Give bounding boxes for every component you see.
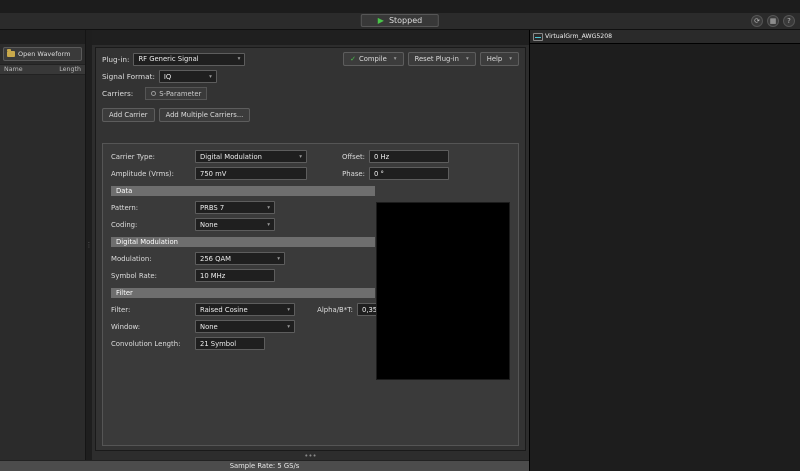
- constellation-display: [376, 202, 510, 380]
- chevron-down-icon: ▾: [287, 324, 290, 330]
- help-icon[interactable]: ?: [783, 15, 795, 27]
- s-parameter-label: S-Parameter: [159, 90, 201, 98]
- folder-icon: [7, 51, 15, 57]
- alpha-bt-label: Alpha/B*T:: [305, 306, 353, 314]
- chevron-down-icon: ▾: [287, 307, 290, 313]
- pattern-select[interactable]: PRBS 7▾: [195, 201, 275, 214]
- signal-format-label: Signal Format:: [102, 72, 155, 81]
- modulation-label: Modulation:: [111, 255, 191, 263]
- phase-input[interactable]: 0 °: [369, 167, 449, 180]
- waveform-list-header: Name Length: [0, 64, 85, 75]
- carrier-type-label: Carrier Type:: [111, 153, 191, 161]
- panel-overflow-handle[interactable]: •••: [92, 451, 529, 460]
- plugin-help-button[interactable]: Help ▾: [480, 52, 519, 66]
- chevron-down-icon: ▾: [299, 154, 302, 160]
- add-multiple-carriers-button[interactable]: Add Multiple Carriers...: [159, 108, 251, 122]
- plugin-panel: Plug-in: RF Generic Signal ▾ ✓ Compile ▾: [92, 30, 529, 460]
- symbol-rate-label: Symbol Rate:: [111, 272, 191, 280]
- open-waveform-button[interactable]: Open Waveform: [3, 47, 82, 61]
- add-carrier-button[interactable]: Add Carrier: [102, 108, 155, 122]
- instrument-icon: [533, 33, 543, 41]
- filter-select[interactable]: Raised Cosine▾: [195, 303, 295, 316]
- run-state-label: Stopped: [389, 16, 422, 25]
- signal-format-select[interactable]: IQ ▾: [159, 70, 217, 83]
- instrument-header: VirtualGrm_AWG5208: [530, 30, 800, 44]
- instrument-title: VirtualGrm_AWG5208: [545, 33, 612, 40]
- app-window: ▶ Stopped ⟳ ▦ ? Open Waveform Name Leng: [0, 0, 800, 471]
- offset-input[interactable]: 0 Hz: [369, 150, 449, 163]
- refresh-icon[interactable]: ⟳: [751, 15, 763, 27]
- column-length: Length: [59, 66, 81, 73]
- plugin-value: RF Generic Signal: [138, 55, 198, 63]
- column-name: Name: [4, 66, 23, 73]
- filter-label: Filter:: [111, 306, 191, 314]
- chevron-down-icon: ▾: [277, 256, 280, 262]
- symbol-rate-input[interactable]: 10 MHz: [195, 269, 275, 282]
- convolution-length-label: Convolution Length:: [111, 340, 191, 348]
- ellipsis-icon: •••: [304, 452, 316, 460]
- status-bar: Sample Rate: 5 GS/s: [0, 460, 529, 471]
- open-waveform-label: Open Waveform: [18, 50, 70, 58]
- check-icon: ✓: [350, 55, 356, 63]
- modulation-select[interactable]: 256 QAM▾: [195, 252, 285, 265]
- sample-rate-status: Sample Rate: 5 GS/s: [230, 462, 300, 470]
- chevron-down-icon: ▾: [238, 56, 241, 62]
- chevron-down-icon: ▾: [209, 74, 212, 80]
- reset-plugin-button[interactable]: Reset Plug-in ▾: [408, 52, 476, 66]
- chevron-down-icon: ▾: [267, 205, 270, 211]
- convolution-length-input[interactable]: 21 Symbol: [195, 337, 265, 350]
- add-multiple-label: Add Multiple Carriers...: [166, 111, 244, 119]
- reset-plugin-label: Reset Plug-in: [415, 55, 459, 63]
- coding-select[interactable]: None▾: [195, 218, 275, 231]
- toggle-dot-icon: [151, 91, 156, 96]
- signal-format-value: IQ: [164, 73, 171, 81]
- pattern-label: Pattern:: [111, 204, 191, 212]
- window-label: Window:: [111, 323, 191, 331]
- plugin-label: Plug-in:: [102, 55, 129, 64]
- menu-bar: [0, 0, 800, 13]
- plugin-select[interactable]: RF Generic Signal ▾: [133, 53, 245, 66]
- carrier-setup-form: Carrier Type: Digital Modulation▾ Offset…: [102, 143, 519, 446]
- filter-section-header: Filter: [111, 288, 375, 298]
- play-icon: ▶: [378, 17, 384, 25]
- window-select[interactable]: None▾: [195, 320, 295, 333]
- amplitude-input[interactable]: 750 mV: [195, 167, 307, 180]
- run-stop-button[interactable]: ▶ Stopped: [361, 14, 439, 27]
- layout-icon[interactable]: ▦: [767, 15, 779, 27]
- phase-label: Phase:: [317, 170, 365, 178]
- waveform-list-panel: Open Waveform Name Length: [0, 30, 86, 460]
- coding-label: Coding:: [111, 221, 191, 229]
- chevron-down-icon: ▾: [394, 56, 397, 62]
- offset-label: Offset:: [317, 153, 365, 161]
- compile-label: Compile: [359, 55, 387, 63]
- chevron-down-icon: ▾: [509, 56, 512, 62]
- help-label: Help: [487, 55, 503, 63]
- compile-button[interactable]: ✓ Compile ▾: [343, 52, 403, 66]
- instrument-panel: VirtualGrm_AWG5208: [530, 30, 800, 471]
- chevron-down-icon: ▾: [466, 56, 469, 62]
- carriers-label: Carriers:: [102, 89, 133, 98]
- carrier-type-select[interactable]: Digital Modulation▾: [195, 150, 307, 163]
- chevron-down-icon: ▾: [267, 222, 270, 228]
- data-section-header: Data: [111, 186, 375, 196]
- tab-s-parameter[interactable]: S-Parameter: [145, 87, 207, 100]
- amplitude-vrms-label: Amplitude (Vrms):: [111, 170, 191, 178]
- toolbar: ▶ Stopped ⟳ ▦ ?: [0, 13, 800, 30]
- digital-modulation-section-header: Digital Modulation: [111, 237, 375, 247]
- add-carrier-label: Add Carrier: [109, 111, 148, 119]
